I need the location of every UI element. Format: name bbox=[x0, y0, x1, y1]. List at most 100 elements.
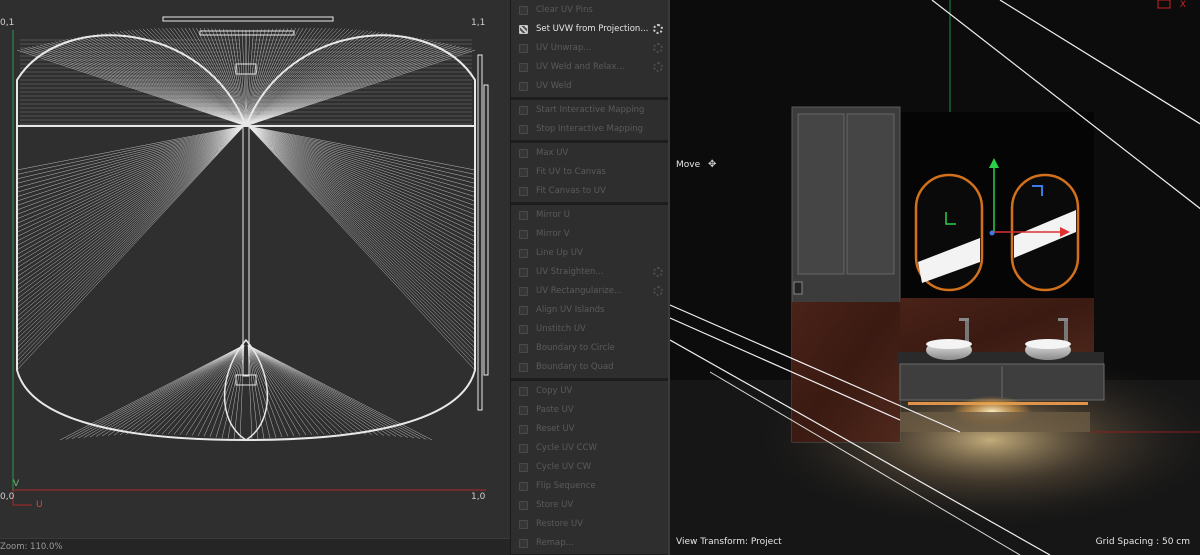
menu-item-fit-uv-to-canvas[interactable]: Fit UV to Canvas bbox=[511, 163, 668, 182]
menu-item-mirror-u[interactable]: Mirror U bbox=[511, 206, 668, 225]
active-tool-label: Move bbox=[676, 160, 701, 170]
menu-item-start-interactive-mapping[interactable]: Start Interactive Mapping bbox=[511, 101, 668, 120]
menu-item-uv-straighten[interactable]: UV Straighten... bbox=[511, 263, 668, 282]
cycle-uv-ccw-icon bbox=[519, 444, 528, 453]
uv-wire bbox=[154, 28, 247, 127]
menu-item-label: Restore UV bbox=[536, 519, 583, 529]
menu-item-flip-sequence[interactable]: Flip Sequence bbox=[511, 477, 668, 496]
uv-wire bbox=[247, 125, 476, 344]
menu-item-label: Max UV bbox=[536, 148, 569, 158]
uv-corner-bottom-left: 0,0 bbox=[0, 492, 15, 502]
command-group: Clear UV Pins Set UVW from Projection... U… bbox=[511, 0, 668, 100]
line-up-uv-icon bbox=[519, 249, 528, 258]
uv-wire bbox=[16, 125, 245, 295]
viewport-3d[interactable]: Move ✥ X View Transform: Project Grid Sp… bbox=[668, 0, 1200, 555]
menu-item-stop-interactive-mapping[interactable]: Stop Interactive Mapping bbox=[511, 120, 668, 139]
uv-weld-and-relax-icon bbox=[519, 63, 528, 72]
menu-item-cycle-uv-cw[interactable]: Cycle UV CW bbox=[511, 458, 668, 477]
view-transform-label: View Transform: Project bbox=[676, 537, 782, 547]
gear-icon[interactable] bbox=[653, 286, 663, 296]
clear-uv-pins-icon bbox=[519, 6, 528, 15]
menu-item-uv-weld-and-relax[interactable]: UV Weld and Relax... bbox=[511, 58, 668, 77]
menu-item-store-uv[interactable]: Store UV bbox=[511, 496, 668, 515]
menu-item-unstitch-uv[interactable]: Unstitch UV bbox=[511, 320, 668, 339]
menu-item-remap[interactable]: Remap... bbox=[511, 534, 668, 553]
gear-icon[interactable] bbox=[653, 267, 663, 277]
menu-item-reset-uv[interactable]: Reset UV bbox=[511, 420, 668, 439]
uv-wire bbox=[32, 46, 247, 127]
view-cube-corner[interactable] bbox=[1157, 0, 1171, 9]
menu-item-line-up-uv[interactable]: Line Up UV bbox=[511, 244, 668, 263]
command-group: Copy UV Paste UV Reset UV Cycle UV CCW Cycle… bbox=[511, 381, 668, 555]
uv-wire bbox=[247, 125, 476, 335]
menu-item-uv-rectangularize[interactable]: UV Rectangularize... bbox=[511, 282, 668, 301]
uv-editor-panel[interactable]: 0,1 1,1 0,0 1,0 V U Zoom: 110.0% bbox=[0, 0, 510, 555]
menu-item-label: Clear UV Pins bbox=[536, 5, 593, 15]
menu-item-label: Start Interactive Mapping bbox=[536, 105, 645, 115]
menu-item-label: Fit Canvas to UV bbox=[536, 186, 606, 196]
menu-item-uv-unwrap[interactable]: UV Unwrap... bbox=[511, 39, 668, 58]
uv-wire bbox=[59, 344, 245, 441]
faucet-right-spout bbox=[1058, 318, 1068, 321]
menu-item-uv-weld[interactable]: UV Weld bbox=[511, 77, 668, 96]
gear-icon[interactable] bbox=[653, 24, 663, 34]
uv-wire bbox=[247, 125, 476, 331]
uv-wire bbox=[16, 125, 245, 313]
uv-wire bbox=[16, 125, 245, 340]
uv-wire bbox=[16, 125, 245, 366]
menu-item-max-uv[interactable]: Max UV bbox=[511, 144, 668, 163]
uv-wire bbox=[16, 125, 245, 175]
move-cross-icon: ✥ bbox=[708, 159, 717, 170]
uv-wire bbox=[16, 125, 245, 233]
uv-wire bbox=[247, 125, 476, 357]
sink-left-rim bbox=[926, 339, 972, 349]
uv-wire bbox=[28, 47, 247, 127]
uv-wire bbox=[247, 125, 476, 371]
uv-wire bbox=[39, 44, 247, 127]
copy-uv-icon bbox=[519, 387, 528, 396]
uv-wire bbox=[247, 125, 476, 251]
uv-wire bbox=[247, 125, 476, 268]
mirror-v-icon bbox=[519, 230, 528, 239]
menu-item-label: Stop Interactive Mapping bbox=[536, 124, 643, 134]
menu-item-clear-uv-pins[interactable]: Clear UV Pins bbox=[511, 1, 668, 20]
viewport-scene[interactable] bbox=[670, 0, 1200, 555]
uv-canvas[interactable] bbox=[0, 0, 510, 538]
uv-islands bbox=[16, 16, 489, 441]
uv-wire bbox=[247, 344, 421, 439]
menu-item-label: Paste UV bbox=[536, 405, 574, 415]
uv-wire bbox=[146, 28, 247, 127]
menu-item-set-uvw-from-projection[interactable]: Set UVW from Projection... bbox=[511, 20, 668, 39]
grid-spacing-label: Grid Spacing : 50 cm bbox=[1095, 537, 1190, 547]
menu-item-boundary-to-quad[interactable]: Boundary to Quad bbox=[511, 358, 668, 377]
uv-wire bbox=[16, 125, 245, 335]
menu-item-paste-uv[interactable]: Paste UV bbox=[511, 401, 668, 420]
faucet-left bbox=[965, 318, 969, 344]
uv-wire bbox=[247, 125, 476, 322]
menu-item-label: UV Weld bbox=[536, 81, 572, 91]
uv-wire bbox=[245, 28, 338, 127]
uv-straighten-icon bbox=[519, 268, 528, 277]
uv-wire bbox=[245, 28, 346, 127]
uv-wire bbox=[247, 125, 476, 237]
uv-wire bbox=[245, 44, 453, 127]
uv-wire bbox=[16, 125, 245, 255]
fit-canvas-to-uv-icon bbox=[519, 187, 528, 196]
gear-icon[interactable] bbox=[653, 43, 663, 53]
menu-item-align-uv-islands[interactable]: Align UV Islands bbox=[511, 301, 668, 320]
start-interactive-mapping-icon bbox=[519, 106, 528, 115]
edge-line bbox=[999, 0, 1200, 125]
uv-wire bbox=[247, 344, 367, 435]
uv-wire bbox=[245, 46, 460, 127]
menu-item-copy-uv[interactable]: Copy UV bbox=[511, 382, 668, 401]
menu-item-fit-canvas-to-uv[interactable]: Fit Canvas to UV bbox=[511, 182, 668, 201]
menu-item-mirror-v[interactable]: Mirror V bbox=[511, 225, 668, 244]
reset-uv-icon bbox=[519, 425, 528, 434]
menu-item-cycle-uv-ccw[interactable]: Cycle UV CCW bbox=[511, 439, 668, 458]
menu-item-label: UV Rectangularize... bbox=[536, 286, 623, 296]
menu-item-restore-uv[interactable]: Restore UV bbox=[511, 515, 668, 534]
gear-icon[interactable] bbox=[653, 62, 663, 72]
menu-item-boundary-to-circle[interactable]: Boundary to Circle bbox=[511, 339, 668, 358]
viewport-axis-x-label: X bbox=[1179, 0, 1186, 10]
align-uv-islands-icon bbox=[519, 306, 528, 315]
